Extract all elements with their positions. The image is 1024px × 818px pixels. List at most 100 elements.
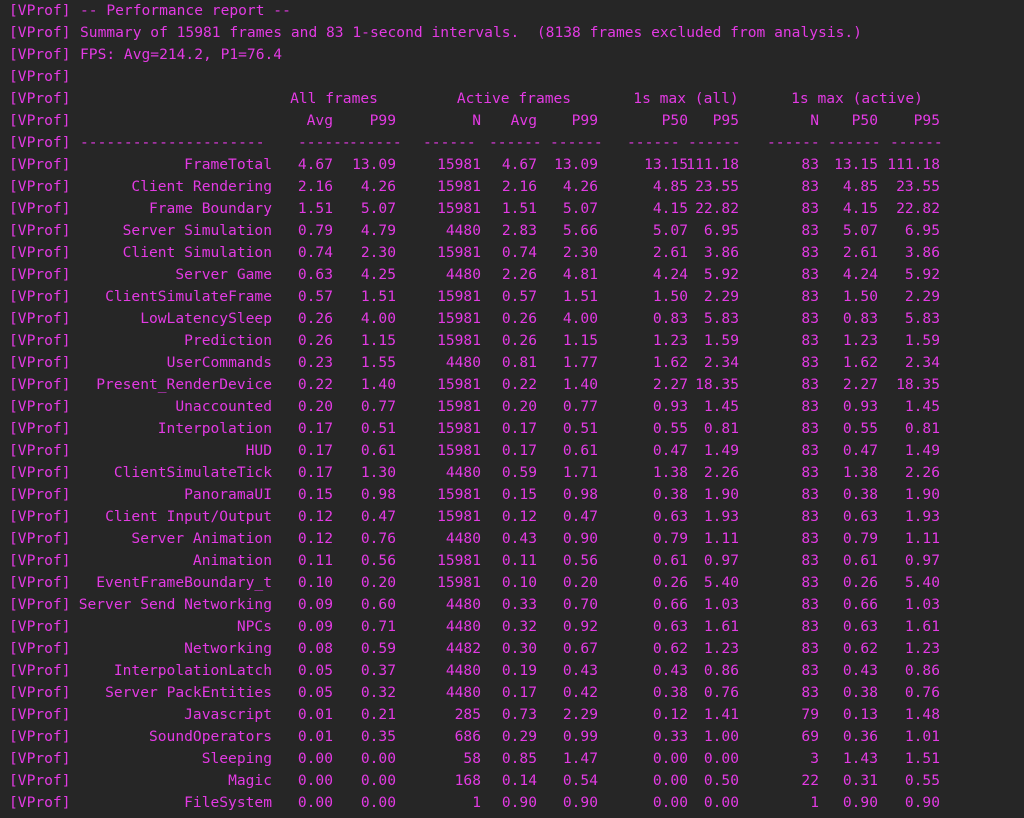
row-value: 0.76 bbox=[360, 530, 396, 547]
row-name: Server Game bbox=[175, 266, 272, 283]
row-value: 0.08 bbox=[297, 640, 333, 657]
row-value: 5.40 bbox=[904, 574, 940, 591]
row-name: NPCs bbox=[236, 618, 272, 635]
row-value: 2.34 bbox=[703, 354, 739, 371]
row-value: 4.81 bbox=[562, 266, 598, 283]
log-prefix: [VProf] bbox=[9, 222, 71, 239]
row-name: UserCommands bbox=[166, 354, 272, 371]
row-value: 0.51 bbox=[562, 420, 598, 437]
separator: ------ bbox=[489, 134, 542, 151]
row-value: 0.01 bbox=[297, 728, 333, 745]
row-name: Server Send Networking bbox=[78, 596, 272, 613]
log-prefix: [VProf] bbox=[9, 376, 71, 393]
row-value: 0.43 bbox=[562, 662, 598, 679]
row-value: 1.51 bbox=[904, 750, 940, 767]
separator: ------ bbox=[627, 134, 680, 151]
row-value: 0.61 bbox=[842, 552, 878, 569]
column-header: N bbox=[810, 112, 819, 129]
row-value: 0.20 bbox=[360, 574, 396, 591]
row-value: 1.30 bbox=[360, 464, 396, 481]
row-value: 0.56 bbox=[360, 552, 396, 569]
row-value: 1.51 bbox=[360, 288, 396, 305]
column-header: N bbox=[472, 112, 481, 129]
row-value: 1.90 bbox=[703, 486, 739, 503]
row-value: 0.38 bbox=[842, 684, 878, 701]
separator: ------ bbox=[550, 134, 603, 151]
row-value: 0.51 bbox=[360, 420, 396, 437]
log-prefix: [VProf] bbox=[9, 90, 71, 107]
log-prefix: [VProf] bbox=[9, 288, 71, 305]
row-value: 0.43 bbox=[842, 662, 878, 679]
row-value: 0.62 bbox=[842, 640, 878, 657]
row-value: 2.16 bbox=[297, 178, 333, 195]
row-value: 5.92 bbox=[904, 266, 940, 283]
row-value: 4.25 bbox=[360, 266, 396, 283]
row-value: 3.86 bbox=[703, 244, 739, 261]
row-value: 1.71 bbox=[562, 464, 598, 481]
row-value: 2.29 bbox=[562, 706, 598, 723]
row-value: 2.26 bbox=[703, 464, 739, 481]
row-value: 5.40 bbox=[703, 574, 739, 591]
row-value: 0.05 bbox=[297, 684, 333, 701]
row-value: 5.83 bbox=[904, 310, 940, 327]
row-value: 1.61 bbox=[904, 618, 940, 635]
row-value: 1.41 bbox=[703, 706, 739, 723]
row-value: 0.55 bbox=[904, 772, 940, 789]
log-prefix: [VProf] bbox=[9, 398, 71, 415]
row-value: 2.34 bbox=[904, 354, 940, 371]
row-value: 2.26 bbox=[904, 464, 940, 481]
row-name: Client Simulation bbox=[122, 244, 272, 261]
row-value: 0.00 bbox=[297, 772, 333, 789]
row-value: 0.05 bbox=[297, 662, 333, 679]
log-prefix: [VProf] bbox=[9, 552, 71, 569]
log-prefix: [VProf] bbox=[9, 574, 71, 591]
row-value: 0.76 bbox=[703, 684, 739, 701]
row-value: 0.47 bbox=[360, 508, 396, 525]
row-value: 23.55 bbox=[695, 178, 739, 195]
row-value: 13.15 bbox=[834, 156, 878, 173]
row-value: 0.10 bbox=[297, 574, 333, 591]
console-output[interactable]: [VProf] -- Performance report -- [VProf] Su… bbox=[0, 0, 1024, 818]
row-value: 3.86 bbox=[904, 244, 940, 261]
row-value: 0.81 bbox=[703, 420, 739, 437]
row-value: 1.93 bbox=[703, 508, 739, 525]
log-prefix: [VProf] bbox=[9, 156, 71, 173]
row-value: 0.11 bbox=[297, 552, 333, 569]
row-value: 0.83 bbox=[842, 310, 878, 327]
row-value: 0.71 bbox=[360, 618, 396, 635]
row-value: 13.09 bbox=[352, 156, 396, 173]
row-value: 2.30 bbox=[360, 244, 396, 261]
row-value: 0.60 bbox=[360, 596, 396, 613]
row-value: 2.16 bbox=[501, 178, 537, 195]
row-value: 0.00 bbox=[360, 772, 396, 789]
row-name: Magic bbox=[228, 772, 272, 789]
row-value: 22.82 bbox=[695, 200, 739, 217]
log-prefix: [VProf] bbox=[9, 332, 71, 349]
row-value: 0.00 bbox=[297, 750, 333, 767]
row-value: 1.93 bbox=[904, 508, 940, 525]
row-value: 0.79 bbox=[297, 222, 333, 239]
row-name: Frame Boundary bbox=[148, 200, 272, 217]
row-value: 0.21 bbox=[360, 706, 396, 723]
row-value: 0.55 bbox=[842, 420, 878, 437]
row-value: 1.47 bbox=[562, 750, 598, 767]
row-value: 0.57 bbox=[297, 288, 333, 305]
row-value: 0.22 bbox=[501, 376, 537, 393]
row-value: 0.00 bbox=[703, 750, 739, 767]
row-value: 0.73 bbox=[501, 706, 537, 723]
row-value: 0.81 bbox=[501, 354, 537, 371]
row-value: 0.26 bbox=[501, 310, 537, 327]
row-value: 2.29 bbox=[703, 288, 739, 305]
row-value: 0.17 bbox=[297, 420, 333, 437]
row-value: 0.63 bbox=[842, 508, 878, 525]
row-value: 0.09 bbox=[297, 596, 333, 613]
row-value: 0.17 bbox=[501, 684, 537, 701]
row-value: 13.09 bbox=[554, 156, 598, 173]
row-value: 4.24 bbox=[842, 266, 878, 283]
group-header: All frames bbox=[290, 90, 378, 107]
row-value: 18.35 bbox=[695, 376, 739, 393]
row-value: 2.27 bbox=[842, 376, 878, 393]
row-name: Server PackEntities bbox=[105, 684, 272, 701]
separator: ------ bbox=[349, 134, 402, 151]
row-value: 0.90 bbox=[562, 794, 598, 811]
